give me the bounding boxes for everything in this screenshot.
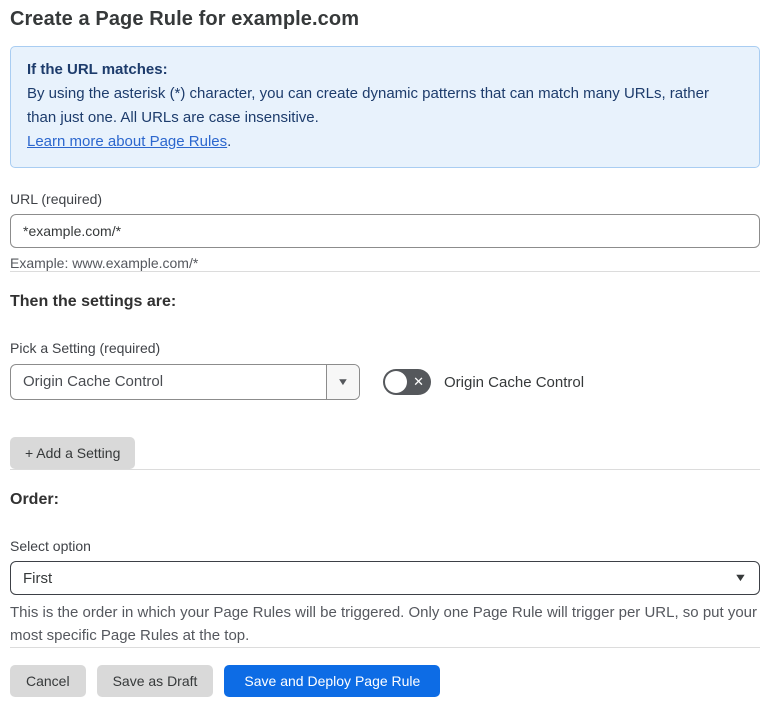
order-select-value: First	[23, 569, 53, 587]
create-page-rule-form: Create a Page Rule for example.com If th…	[0, 0, 770, 697]
url-label: URL (required)	[10, 191, 103, 207]
url-example-text: Example: www.example.com/*	[10, 255, 199, 271]
settings-section-heading: Then the settings are:	[10, 293, 177, 310]
order-help-text: This is the order in which your Page Rul…	[10, 604, 758, 644]
pick-setting-label: Pick a Setting (required)	[10, 340, 161, 356]
setting-select[interactable]: Origin Cache Control ▼	[10, 364, 360, 400]
cancel-button[interactable]: Cancel	[10, 665, 86, 697]
order-select[interactable]: First ▼	[10, 561, 760, 595]
order-section-heading: Order:	[10, 491, 59, 508]
link-period: .	[227, 133, 232, 150]
setting-row: Origin Cache Control ▼ ✕ Origin Cache Co…	[10, 364, 760, 400]
page-title: Create a Page Rule for example.com	[10, 8, 360, 30]
info-box-body: By using the asterisk (*) character, you…	[27, 85, 709, 126]
learn-more-link[interactable]: Learn more about Page Rules	[27, 133, 227, 150]
setting-select-arrow-button[interactable]: ▼	[326, 365, 359, 399]
origin-cache-control-toggle[interactable]: ✕	[383, 369, 431, 395]
order-select-label: Select option	[10, 538, 91, 554]
info-box-heading: If the URL matches:	[27, 61, 168, 78]
url-match-info-box: If the URL matches: By using the asteris…	[10, 46, 760, 168]
info-box-link-line: Learn more about Page Rules.	[27, 130, 743, 154]
divider	[10, 271, 760, 272]
add-setting-button[interactable]: + Add a Setting	[10, 437, 136, 469]
toggle-caption: Origin Cache Control	[444, 373, 585, 391]
setting-select-value: Origin Cache Control	[23, 373, 164, 390]
toggle-knob	[385, 371, 407, 393]
save-as-draft-button[interactable]: Save as Draft	[96, 665, 214, 697]
chevron-down-icon: ▼	[336, 376, 350, 388]
toggle-off-x-icon: ✕	[413, 374, 424, 389]
chevron-down-icon: ▼	[733, 572, 748, 584]
divider	[10, 469, 760, 470]
divider	[10, 647, 760, 648]
footer-actions: Cancel Save as Draft Save and Deploy Pag…	[10, 665, 760, 697]
save-and-deploy-button[interactable]: Save and Deploy Page Rule	[224, 665, 441, 697]
url-input[interactable]	[10, 214, 760, 248]
